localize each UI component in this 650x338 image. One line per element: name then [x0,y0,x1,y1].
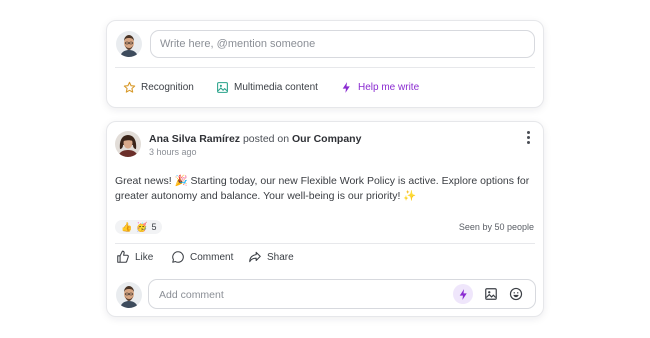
recognition-label: Recognition [141,82,194,93]
attach-image-button[interactable] [481,284,501,304]
reaction-count: 5 [151,222,157,232]
author-avatar[interactable] [115,131,141,157]
help-me-write-button[interactable]: Help me write [340,81,419,94]
author-name[interactable]: Ana Silva Ramírez [149,133,240,145]
thumbs-up-icon [117,250,129,263]
share-icon [249,251,261,263]
comment-button[interactable]: Comment [171,250,233,264]
multimedia-content-button[interactable]: Multimedia content [216,81,318,94]
more-options-icon[interactable] [524,131,532,147]
image-icon [485,288,497,300]
post-card: Ana Silva Ramírez posted on Our Company … [106,121,544,317]
comment-box [148,279,536,310]
add-comment-input[interactable] [157,280,441,310]
help-me-write-label: Help me write [358,82,420,93]
user-avatar [116,282,142,308]
comment-label: Comment [190,251,234,263]
multimedia-content-label: Multimedia content [234,82,318,93]
ai-assist-button[interactable] [453,284,473,304]
company-link[interactable]: Our Company [292,133,361,145]
user-avatar [116,31,142,57]
divider [115,243,535,244]
share-button[interactable]: Share [248,250,294,264]
posted-on-text: posted on [242,133,290,145]
star-icon [123,81,136,93]
seen-by-text[interactable]: Seen by 50 people [459,222,534,232]
composer-card: Recognition Multimedia content Help me w… [106,20,544,108]
bolt-icon [342,82,350,93]
post-timestamp: 3 hours ago [149,147,197,157]
reactions-summary[interactable]: 👍 🥳 5 [115,220,163,234]
author-line: Ana Silva Ramírez posted on Our Company [149,133,361,145]
emoji-button[interactable] [506,284,526,304]
recognition-button[interactable]: Recognition [123,81,194,94]
thumbs-up-reaction: 👍 [121,221,133,232]
image-icon [217,82,228,93]
like-button[interactable]: Like [116,250,153,264]
post-body: Great news! 🎉 Starting today, our new Fl… [115,175,530,202]
post-composer-input[interactable] [150,30,535,58]
divider [115,67,535,68]
like-label: Like [135,251,154,263]
share-label: Share [267,251,294,263]
comment-icon [172,251,184,263]
smiley-icon [509,287,523,301]
bolt-icon [459,288,467,300]
party-reaction: 🥳 [136,221,148,232]
